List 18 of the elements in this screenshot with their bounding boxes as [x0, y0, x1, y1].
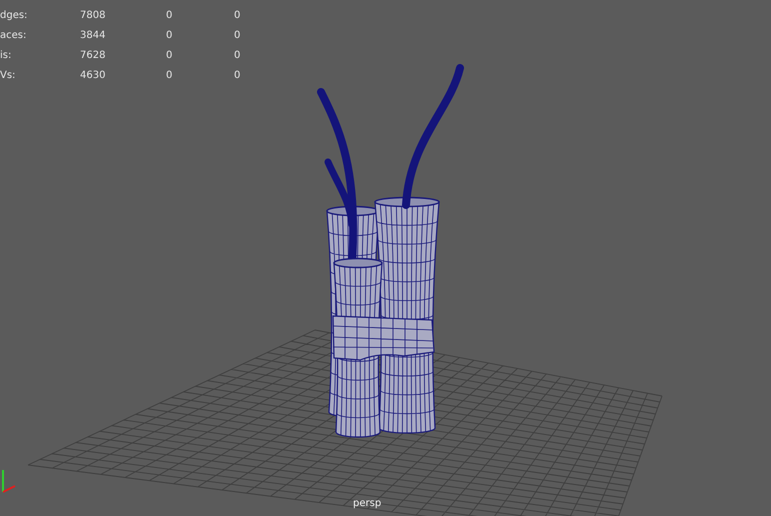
- stat-value: 4630: [80, 69, 106, 83]
- stat-value: 0: [234, 29, 242, 43]
- stat-label: aces:: [0, 29, 28, 43]
- stat-value: 7628: [80, 49, 106, 63]
- stat-value: 0: [166, 9, 174, 23]
- stat-value: 0: [166, 69, 174, 83]
- stat-value: 0: [166, 29, 174, 43]
- stat-value: 0: [234, 49, 242, 63]
- stat-value: 3844: [80, 29, 106, 43]
- stat-label: is:: [0, 49, 12, 63]
- stat-label: Vs:: [0, 69, 16, 83]
- stat-value: 0: [234, 9, 242, 23]
- stat-value: 7808: [80, 9, 106, 23]
- stat-label: dges:: [0, 9, 28, 23]
- stat-value: 0: [166, 49, 174, 63]
- stat-value: 0: [234, 69, 242, 83]
- camera-label: persp: [353, 498, 382, 509]
- axis-indicator-icon: [2, 470, 16, 493]
